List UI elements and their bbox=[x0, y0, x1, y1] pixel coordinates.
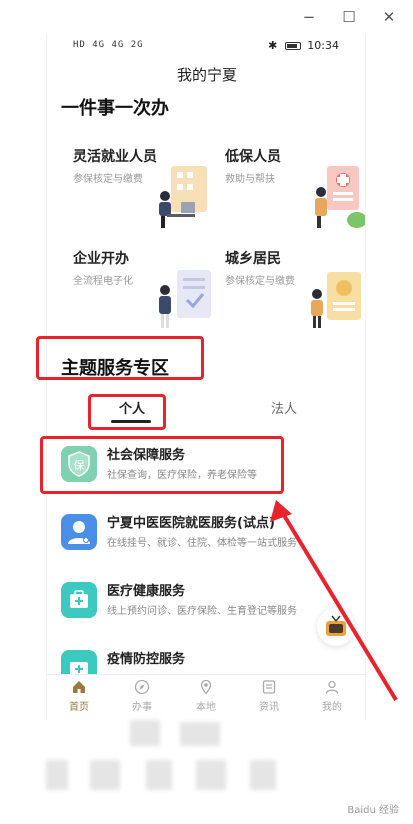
compass-icon bbox=[134, 679, 150, 695]
resident-illustration bbox=[311, 272, 361, 328]
status-right: ✱ 10:34 bbox=[268, 39, 339, 52]
annotation-box-personal-tab bbox=[88, 394, 166, 430]
card-title: 灵活就业人员 bbox=[73, 149, 157, 165]
nav-home[interactable]: 首页 bbox=[54, 679, 104, 713]
clock: 10:34 bbox=[307, 39, 339, 52]
card-title: 城乡居民 bbox=[225, 251, 281, 267]
service-title: 医疗健康服务 bbox=[107, 584, 186, 599]
tv-float-button[interactable] bbox=[317, 608, 355, 646]
blur-patch bbox=[146, 760, 172, 790]
annotation-box-theme-title bbox=[36, 336, 204, 380]
service-title: 疫情防控服务 bbox=[107, 652, 186, 667]
card-subtitle: 参保核定与缴费 bbox=[225, 276, 295, 287]
card-title: 企业开办 bbox=[73, 251, 129, 267]
nav-label: 我的 bbox=[322, 702, 342, 713]
doctor-icon bbox=[61, 514, 97, 550]
battery-icon bbox=[284, 42, 301, 50]
blur-patch bbox=[180, 722, 220, 746]
user-icon bbox=[325, 680, 339, 694]
service-medical-health[interactable]: 医疗健康服务 线上预约问诊、医疗保险、生育登记等服务 bbox=[61, 580, 361, 636]
blur-patch bbox=[46, 760, 68, 790]
bottom-nav: 首页 办事 本地 资讯 我的 bbox=[47, 674, 365, 720]
close-button[interactable]: ✕ bbox=[378, 6, 400, 28]
annotation-box-social-security bbox=[40, 436, 284, 494]
blur-patch bbox=[250, 760, 276, 790]
nav-news[interactable]: 资讯 bbox=[244, 679, 294, 713]
minimize-button[interactable]: − bbox=[298, 6, 320, 28]
window-titlebar: − ☐ ✕ bbox=[0, 0, 413, 34]
medical-kit-icon bbox=[61, 582, 97, 618]
office-worker-illustration bbox=[159, 166, 207, 228]
blur-patch bbox=[90, 760, 120, 790]
nav-label: 资讯 bbox=[259, 702, 279, 713]
baidu-watermark: Baidu 经验 bbox=[347, 805, 399, 816]
service-title: 宁夏中医医院就医服务(试点) bbox=[107, 516, 275, 531]
blur-patch bbox=[196, 760, 226, 790]
blurred-region: Baidu 经验 bbox=[0, 720, 413, 824]
nav-mine[interactable]: 我的 bbox=[307, 679, 357, 713]
status-bar: HD 4G 4G 2G ✱ 10:34 bbox=[47, 34, 365, 58]
blur-patch bbox=[130, 720, 160, 746]
bluetooth-icon: ✱ bbox=[268, 39, 278, 52]
service-tcm-hospital[interactable]: 宁夏中医医院就医服务(试点) 在线挂号、就诊、住院、体检等一站式服务 bbox=[61, 512, 361, 568]
location-icon bbox=[200, 679, 212, 695]
business-startup-illustration bbox=[159, 270, 211, 328]
home-icon bbox=[73, 681, 85, 693]
card-subtitle: 参保核定与缴费 bbox=[73, 174, 143, 185]
signal-indicators: HD 4G 4G 2G bbox=[73, 40, 144, 50]
nav-label: 首页 bbox=[69, 702, 89, 713]
assistance-illustration bbox=[315, 166, 365, 228]
card-low-income[interactable]: 低保人员 救助与帮扶 bbox=[225, 146, 365, 236]
card-urban-rural-residents[interactable]: 城乡居民 参保核定与缴费 bbox=[225, 248, 365, 338]
card-flexible-employment[interactable]: 灵活就业人员 参保核定与缴费 bbox=[73, 146, 223, 236]
card-subtitle: 全流程电子化 bbox=[73, 276, 133, 287]
news-icon bbox=[262, 680, 276, 694]
service-subtitle: 线上预约问诊、医疗保险、生育登记等服务 bbox=[107, 606, 297, 617]
nav-label: 本地 bbox=[196, 702, 216, 713]
service-subtitle: 在线挂号、就诊、住院、体检等一站式服务 bbox=[107, 538, 297, 549]
tab-legal-entity[interactable]: 法人 bbox=[271, 398, 297, 417]
section-title-one-thing: 一件事一次办 bbox=[61, 98, 169, 119]
nav-label: 办事 bbox=[132, 702, 152, 713]
card-title: 低保人员 bbox=[225, 149, 281, 165]
page-title: 我的宁夏 bbox=[176, 66, 237, 84]
card-business-startup[interactable]: 企业开办 全流程电子化 bbox=[73, 248, 223, 338]
nav-local[interactable]: 本地 bbox=[181, 679, 231, 713]
maximize-button[interactable]: ☐ bbox=[338, 6, 360, 28]
nav-services[interactable]: 办事 bbox=[117, 679, 167, 713]
tv-icon bbox=[326, 615, 346, 636]
card-subtitle: 救助与帮扶 bbox=[225, 174, 275, 185]
